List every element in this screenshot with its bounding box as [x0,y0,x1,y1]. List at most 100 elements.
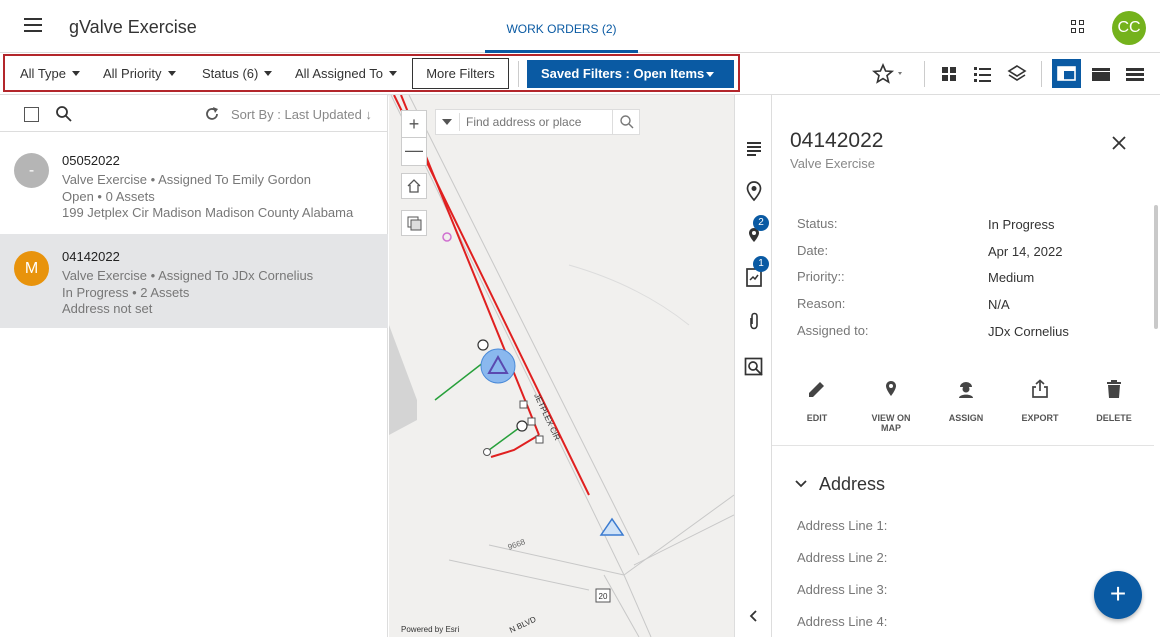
trash-icon [1107,380,1121,398]
filter-type-dropdown[interactable]: All Type [20,66,81,81]
zoom-out-button[interactable]: — [402,138,426,165]
export-label: EXPORT [1021,413,1059,423]
reason-value: N/A [988,297,1010,312]
street-label: 9668 [507,537,527,552]
delete-label: DELETE [1096,413,1132,423]
app-header: gValve Exercise WORK ORDERS (2) CC [0,0,1160,53]
menu-icon[interactable] [24,18,42,32]
chevron-down-icon[interactable] [794,477,808,491]
view-on-map-button[interactable]: VIEW ON MAP [861,378,921,433]
grid-view-icon[interactable] [939,63,961,85]
pencil-icon [809,382,824,397]
caret-down-icon [264,71,273,76]
worker-icon [959,382,973,398]
assign-button[interactable]: ASSIGN [936,378,996,423]
list-item[interactable]: M 04142022 Valve Exercise • Assigned To … [0,234,388,328]
detail-tool-sidebar: 2 1 [734,95,772,637]
layers-icon[interactable] [1006,63,1028,85]
address-line-4-label: Address Line 4: [797,614,888,629]
filter-assigned-dropdown[interactable]: All Assigned To [295,66,397,81]
priority-value: Medium [988,270,1035,285]
work-order-status: Open • 0 Assets [62,189,155,204]
route-shield-label: 20 [599,592,608,601]
split-layout-icon[interactable] [1052,59,1081,88]
saved-filters-button[interactable]: Saved Filters : Open Items [527,60,734,88]
zoom-in-button[interactable]: + [402,111,426,138]
work-order-summary: Valve Exercise • Assigned To Emily Gordo… [62,172,312,187]
map-view[interactable]: 20 JETPLEX CIR 9668 N BLVD + — Powered b… [389,95,734,637]
work-order-detail: 04142022 Valve Exercise Status: In Progr… [772,95,1160,637]
map-pin-icon [886,381,896,396]
address-section-title[interactable]: Address [819,474,885,495]
search-icon[interactable] [619,114,635,130]
work-order-id: 05052022 [62,153,120,168]
star-filter-icon[interactable] [871,62,902,85]
work-order-address: Address not set [62,301,153,316]
forms-count-badge: 1 [753,256,769,272]
assign-label: ASSIGN [948,413,984,423]
detail-subtitle: Valve Exercise [790,156,876,171]
search-icon[interactable] [55,105,73,123]
attachment-icon[interactable] [743,310,765,332]
details-list-icon[interactable] [743,137,765,159]
saved-filters-label: Saved Filters : Open Items [541,66,705,81]
sort-by-dropdown[interactable]: Sort By : Last Updated ↓ [231,107,372,122]
map-canvas: 20 JETPLEX CIR 9668 N BLVD [389,95,734,637]
scrollbar[interactable] [1154,205,1158,329]
map-layout-icon[interactable] [1090,63,1112,85]
sort-by-label: Sort By : Last Updated [231,107,362,122]
street-label: JETPLEX CIR [532,392,562,442]
export-button[interactable]: EXPORT [1010,378,1070,423]
close-icon[interactable] [1111,135,1127,151]
add-button[interactable]: + [1094,571,1142,619]
collapse-chevron-left-icon[interactable] [743,605,765,627]
address-line-2-label: Address Line 2: [797,550,888,565]
assets-count-badge: 2 [753,215,769,231]
assigned-to-value: JDx Cornelius [988,324,1069,339]
list-view-icon[interactable] [972,63,994,85]
status-value: In Progress [988,217,1055,232]
home-icon [407,179,421,193]
export-icon [1032,379,1048,398]
work-order-summary: Valve Exercise • Assigned To JDx Corneli… [62,268,314,283]
basemap-toggle-button[interactable] [401,210,427,236]
list-layout-icon[interactable] [1124,63,1146,85]
more-filters-button[interactable]: More Filters [412,58,509,89]
filter-status-dropdown[interactable]: Status (6) [202,66,273,81]
address-line-3-label: Address Line 3: [797,582,888,597]
list-header: Sort By : Last Updated ↓ [0,95,388,132]
work-order-list: Sort By : Last Updated ↓ - 05052022 Valv… [0,95,388,637]
map-search-input[interactable] [466,110,606,134]
caret-down-icon [167,71,176,76]
edit-button[interactable]: EDIT [787,378,847,423]
basemap-icon [407,216,422,231]
list-item[interactable]: - 05052022 Valve Exercise • Assigned To … [0,132,388,229]
arrow-down-icon: ↓ [365,107,372,122]
filter-assigned-label: All Assigned To [295,66,383,81]
caret-down-icon [388,71,397,76]
filter-priority-dropdown[interactable]: All Priority [103,66,176,81]
inspect-icon[interactable] [743,356,765,378]
search-source-dropdown-icon[interactable] [442,119,452,125]
filter-bar: All Type All Priority Status (6) All Ass… [0,53,1160,95]
user-avatar[interactable]: CC [1112,11,1146,45]
date-label: Date: [797,243,829,258]
select-all-checkbox[interactable] [24,107,39,122]
street-label: N BLVD [508,615,538,635]
edit-label: EDIT [806,413,828,423]
tab-work-orders[interactable]: WORK ORDERS (2) [485,0,638,53]
delete-button[interactable]: DELETE [1084,378,1144,423]
divider [924,61,925,87]
apps-grid-icon[interactable] [1071,20,1085,34]
divider [1041,61,1042,87]
location-pin-icon[interactable] [743,180,765,202]
filter-type-label: All Type [20,66,67,81]
home-button[interactable] [401,173,427,199]
status-label: Status: [797,216,838,231]
caret-down-icon [72,71,81,76]
refresh-icon[interactable] [203,105,221,123]
reason-label: Reason: [797,296,846,311]
priority-label: Priority:: [797,269,845,284]
work-order-status: In Progress • 2 Assets [62,285,190,300]
avatar: - [14,153,49,188]
